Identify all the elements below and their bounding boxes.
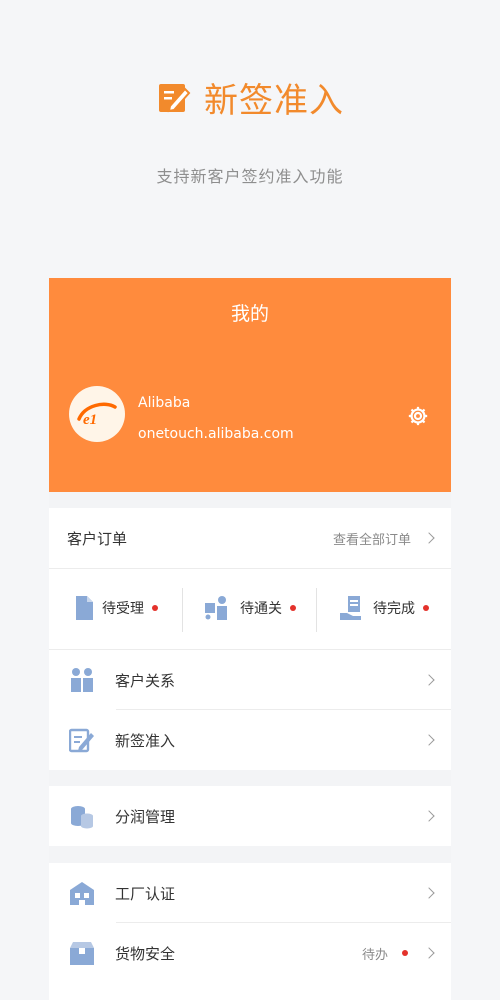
menu-item-label: 分润管理 [115, 807, 176, 826]
orders-title: 客户订单 [67, 529, 128, 548]
alibaba-logo-icon: e1 [77, 402, 117, 428]
chevron-right-icon [423, 532, 435, 544]
menu-item-customer-relations[interactable]: 客户关系 [49, 650, 451, 710]
chevron-right-icon [423, 947, 435, 959]
gear-icon[interactable] [407, 405, 429, 427]
menu-item-cargo-safety[interactable]: 货物安全 待办 [49, 923, 451, 983]
status-pending-complete[interactable]: 待完成 [317, 568, 451, 648]
edit-document-icon [159, 83, 191, 112]
svg-text:e1: e1 [83, 412, 97, 428]
menu-item-new-signing[interactable]: 新签准入 [49, 710, 451, 770]
status-label: 待通关 [240, 601, 282, 617]
notification-dot [290, 605, 296, 611]
menu-item-factory-certification[interactable]: 工厂认证 [49, 863, 451, 923]
menu-item-profit-management[interactable]: 分润管理 [49, 786, 451, 846]
menu-item-label: 新签准入 [115, 731, 176, 750]
orders-header-row[interactable]: 客户订单 查看全部订单 [49, 508, 451, 568]
hero-banner: 新签准入 支持新客户签约准入功能 [0, 0, 500, 278]
profit-card: 分润管理 [49, 786, 451, 846]
phone-screen: 我的 e1 Alibaba onetouch.alibaba.com 客户订单 … [49, 278, 451, 1000]
users-icon [71, 668, 93, 692]
view-all-orders-link[interactable]: 查看全部订单 [333, 529, 411, 548]
status-label: 待完成 [373, 601, 415, 617]
hero-title-text: 新签准入 [204, 81, 344, 121]
todo-badge-text: 待办 [361, 947, 388, 963]
notification-dot [152, 605, 158, 611]
page-title: 我的 [230, 303, 269, 325]
status-pending-accept[interactable]: 待受理 [49, 568, 183, 648]
hand-receipt-icon [340, 596, 361, 620]
status-label: 待受理 [102, 601, 144, 617]
hero-title: 新签准入 [0, 73, 500, 122]
chevron-right-icon [423, 887, 435, 899]
notification-dot [402, 950, 408, 956]
user-name: Alibaba [138, 395, 191, 411]
customs-icon [205, 596, 227, 620]
avatar[interactable]: e1 [69, 386, 125, 442]
box-icon [70, 942, 94, 965]
menu-item-label: 工厂认证 [115, 884, 176, 903]
edit-document-icon [69, 728, 94, 753]
document-icon [76, 596, 93, 620]
user-email: onetouch.alibaba.com [138, 426, 294, 442]
notification-dot [423, 605, 429, 611]
menu-item-label: 货物安全 [115, 944, 176, 963]
status-pending-customs[interactable]: 待通关 [183, 568, 317, 648]
coins-icon [71, 806, 93, 829]
chevron-right-icon [423, 674, 435, 686]
menu-item-label: 客户关系 [115, 671, 176, 690]
factory-icon [70, 882, 94, 905]
chevron-right-icon [423, 810, 435, 822]
profile-header: 我的 e1 Alibaba onetouch.alibaba.com [49, 278, 451, 492]
hero-subtitle: 支持新客户签约准入功能 [156, 167, 344, 186]
factory-card: 工厂认证 货物安全 待办 [49, 863, 451, 1000]
orders-card: 客户订单 查看全部订单 待受理 待通关 待完成 客户关系 新签准入 [49, 508, 451, 770]
chevron-right-icon [423, 734, 435, 746]
